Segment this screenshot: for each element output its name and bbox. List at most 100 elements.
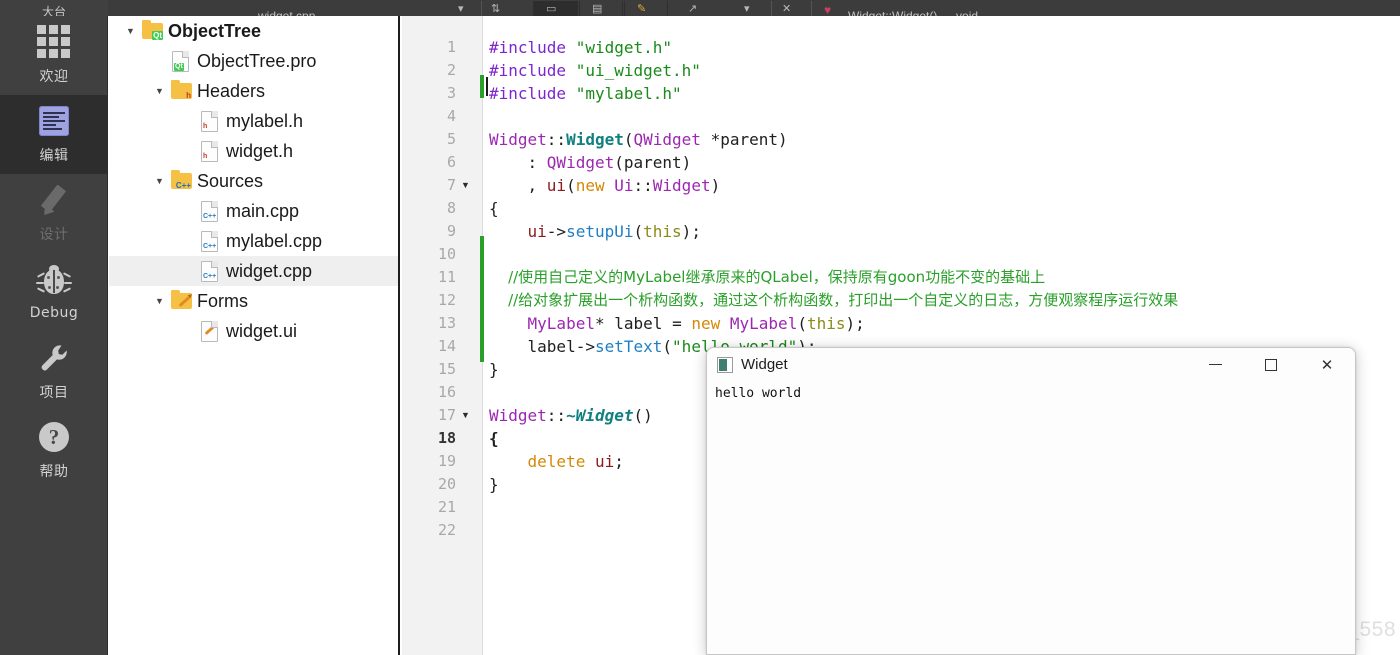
chevron-down-icon[interactable]: ▼: [150, 86, 169, 96]
code-line-3: #include "mylabel.h": [489, 82, 682, 105]
tree-label: Forms: [197, 290, 248, 311]
token-arrow: ->: [546, 222, 567, 241]
token-string: "widget.h": [575, 38, 673, 57]
sidebar-label-welcome: 欢迎: [39, 69, 69, 85]
cpp-file-icon: C++: [198, 199, 224, 223]
line-number: 12: [437, 291, 456, 309]
code-line-15: }: [489, 358, 499, 381]
sidebar-item-design[interactable]: 设计: [0, 174, 108, 253]
token-var: label: [527, 337, 576, 356]
token-include: #include: [489, 61, 567, 80]
code-line-1: #include "widget.h": [489, 36, 672, 59]
code-line-7: , ui(new Ui::Widget): [527, 176, 721, 195]
tree-item-objecttree-pro[interactable]: Qt ObjectTree.pro: [109, 46, 398, 76]
cpp-file-icon: C++: [198, 259, 224, 283]
token-param: *parent: [710, 130, 779, 149]
widget-app-window[interactable]: Widget ✕ hello world: [706, 347, 1356, 655]
close-button[interactable]: ✕: [1299, 348, 1355, 381]
token-semicolon: ;: [691, 222, 701, 241]
tree-label: ObjectTree: [168, 20, 262, 41]
split-horizontal-icon: ▤: [592, 3, 603, 15]
fold-marker-icon[interactable]: ▼: [461, 174, 470, 197]
qt-file-icon: Qt: [169, 49, 195, 73]
toolbar-divider-2: [771, 1, 772, 16]
fold-marker-icon[interactable]: ▼: [461, 404, 470, 427]
token-semicolon: ;: [855, 314, 865, 333]
code-line-6: : QWidget(parent): [527, 153, 692, 172]
bug-icon: [36, 264, 72, 298]
line-number: 22: [437, 521, 456, 539]
tree-item-widget-cpp[interactable]: C++ widget.cpp: [109, 256, 398, 286]
line-number-current: 18: [437, 429, 456, 447]
tree-item-widget-h[interactable]: h widget.h: [109, 136, 398, 166]
token-comma: ,: [527, 176, 547, 195]
sidebar-item-debug[interactable]: Debug: [0, 253, 108, 332]
tree-item-widget-ui[interactable]: widget.ui: [109, 316, 398, 346]
minimize-button[interactable]: [1187, 348, 1243, 381]
widget-window-title: Widget: [741, 356, 788, 373]
tree-item-objecttree[interactable]: ▼ Qt ObjectTree: [109, 16, 398, 46]
tree-item-sources[interactable]: ▼ C++ Sources: [109, 166, 398, 196]
token-include: #include: [489, 38, 567, 57]
close-split-icon[interactable]: ▾: [744, 4, 750, 15]
token-type: QWidget: [633, 130, 701, 149]
form-folder-icon: [169, 289, 195, 313]
close-icon: ✕: [1320, 356, 1334, 374]
token-brace: {: [489, 199, 499, 218]
sidebar-item-welcome[interactable]: 欢迎: [0, 16, 108, 95]
sidebar-label-debug: Debug: [29, 305, 79, 321]
h-file-icon: h: [198, 139, 224, 163]
token-comment: //给对象扩展出一个析构函数，通过这个析构函数，打印出一个自定义的日志，方便观察…: [508, 291, 1179, 309]
editor-toolbar: widget.cpp ▾ ⇅ ▭ ▤ ✎ ↗ ▾ ✕ ♥ Widget::Wid…: [108, 0, 1400, 16]
token-scope: ::: [546, 406, 567, 425]
token-brace: }: [489, 475, 499, 494]
token-class: MyLabel: [527, 314, 595, 333]
cpp-file-icon: C++: [198, 229, 224, 253]
qt-folder-icon: Qt: [140, 19, 166, 43]
line-number: 8: [446, 199, 456, 217]
token-star: *: [594, 314, 605, 333]
token-class: MyLabel: [729, 314, 798, 333]
line-number: 20: [437, 475, 456, 493]
project-tree[interactable]: ▼ Qt ObjectTree Qt ObjectTree.pro ▼ h He…: [109, 16, 400, 655]
h-folder-icon: h: [169, 79, 195, 103]
project-selector[interactable]: 大台: [0, 0, 108, 16]
project-selector-label: 大台: [41, 5, 66, 16]
chevron-down-icon[interactable]: ▼: [150, 296, 169, 306]
widget-titlebar[interactable]: Widget ✕: [707, 348, 1355, 381]
token-namespace: Ui: [614, 176, 634, 195]
code-line-18: {: [489, 427, 499, 450]
tree-label: widget.h: [226, 140, 294, 161]
tree-item-headers[interactable]: ▼ h Headers: [109, 76, 398, 106]
tree-item-mylabel-h[interactable]: h mylabel.h: [109, 106, 398, 136]
token-colon: :: [527, 153, 547, 172]
wrench-icon: [37, 341, 71, 375]
code-line-11: //使用自己定义的MyLabel继承原来的QLabel，保持原有goon功能不变…: [489, 266, 1045, 289]
token-class: Widget: [489, 130, 547, 149]
maximize-button[interactable]: [1243, 348, 1299, 381]
window-controls: ✕: [1187, 348, 1355, 381]
open-external-icon[interactable]: ↗: [688, 4, 697, 15]
code-line-9: ui->setupUi(this);: [527, 222, 701, 241]
chevron-down-icon[interactable]: ▼: [121, 26, 140, 36]
token-type: QWidget: [546, 153, 615, 172]
code-line-12: //给对象扩展出一个析构函数，通过这个析构函数，打印出一个自定义的日志，方便观察…: [489, 289, 1178, 312]
code-line-19: delete ui;: [489, 450, 624, 473]
sidebar-item-help[interactable]: ? 帮助: [0, 411, 108, 490]
close-editor-icon[interactable]: ✕: [782, 4, 791, 15]
chevron-down-icon[interactable]: ▼: [150, 176, 169, 186]
tree-item-forms[interactable]: ▼ Forms: [109, 286, 398, 316]
sidebar-item-projects[interactable]: 项目: [0, 332, 108, 411]
tree-item-main-cpp[interactable]: C++ main.cpp: [109, 196, 398, 226]
tree-label: mylabel.cpp: [226, 230, 323, 251]
token-constructor: Widget: [566, 130, 624, 149]
tab-dropdown-icon[interactable]: ▾: [458, 4, 464, 15]
sidebar-item-edit[interactable]: 编辑: [0, 95, 108, 174]
token-destructor: ~Widget: [566, 406, 634, 425]
line-number: 14: [437, 337, 456, 355]
token-scope: ::: [546, 130, 567, 149]
tree-label: mylabel.h: [226, 110, 304, 131]
bookmark-heart-icon[interactable]: ♥: [824, 4, 831, 16]
tree-item-mylabel-cpp[interactable]: C++ mylabel.cpp: [109, 226, 398, 256]
nav-back-forward-icon[interactable]: ⇅: [491, 4, 500, 15]
